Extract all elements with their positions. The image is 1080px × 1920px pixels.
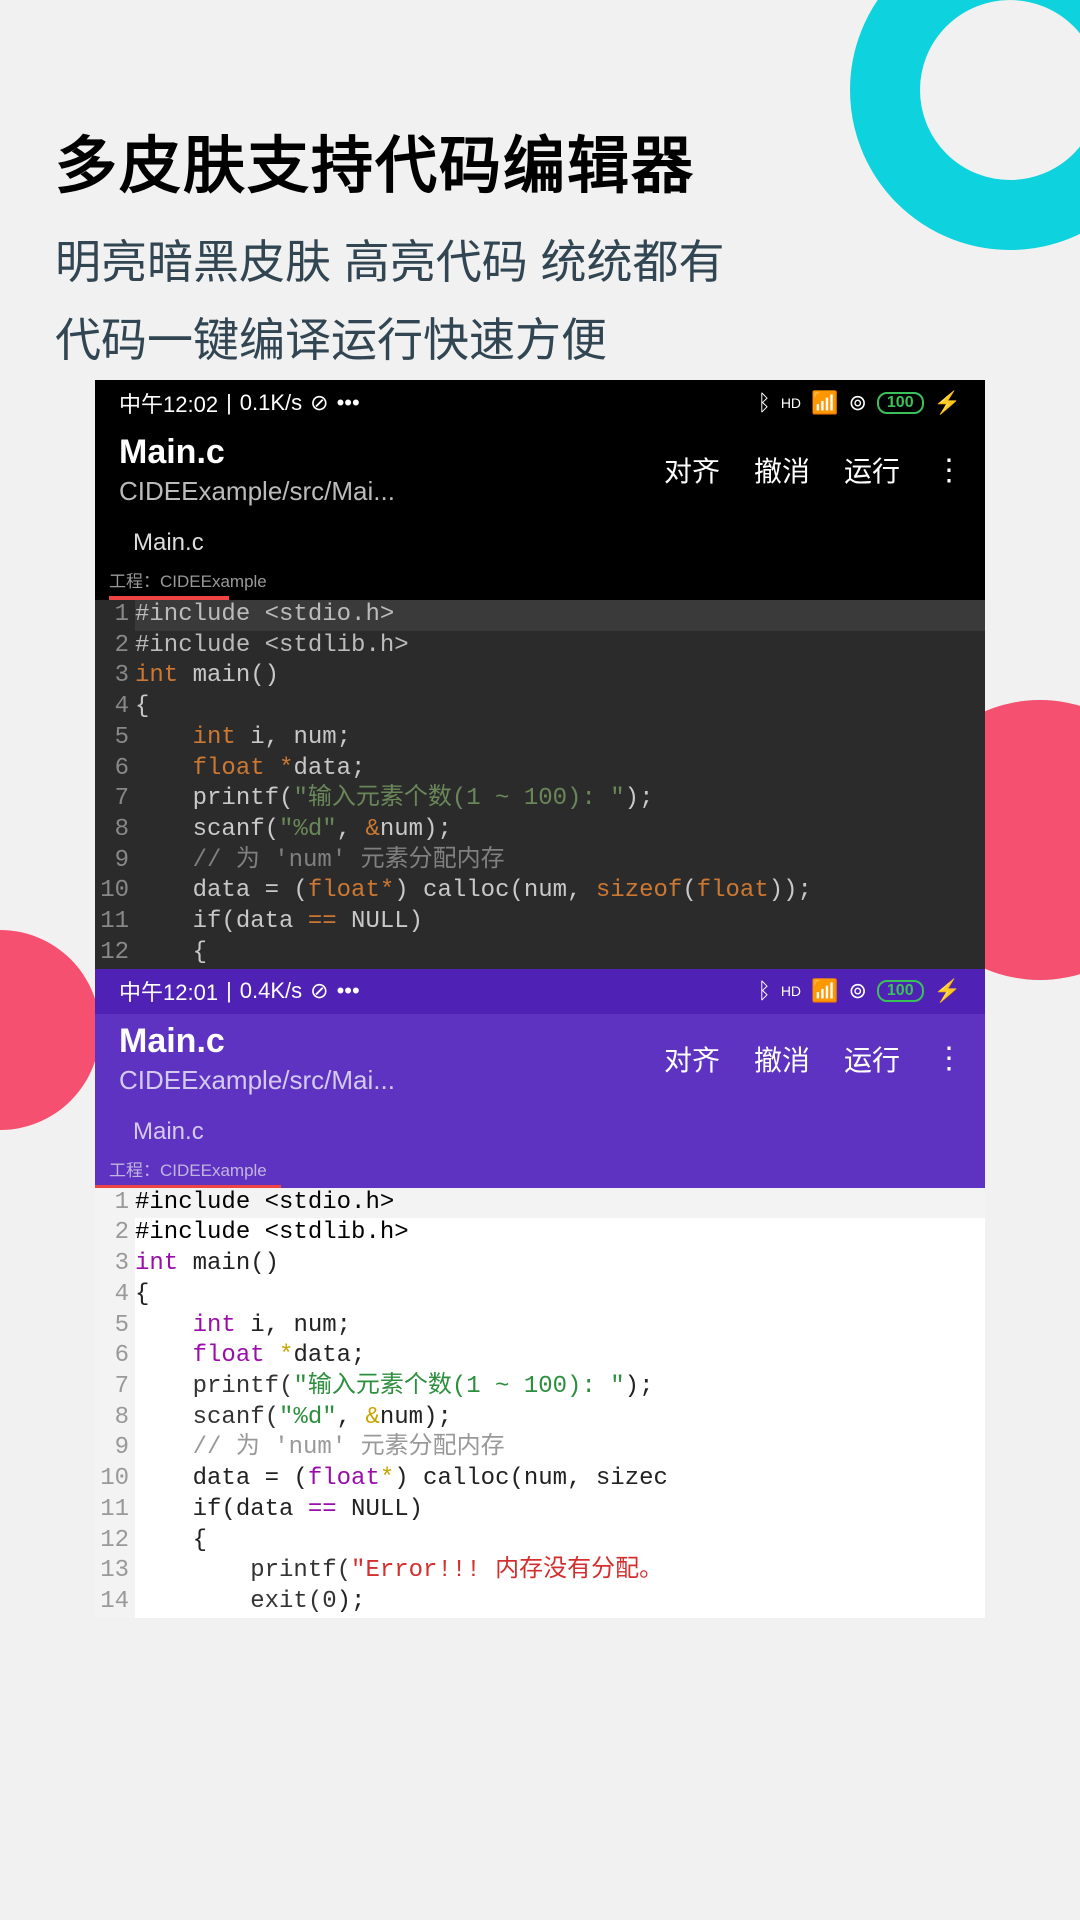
hd-icon: HD [781,983,801,999]
battery-icon: 100 [877,980,924,1002]
file-path: CIDEExample/src/Mai... [119,476,664,507]
tab-main-c[interactable]: Main.c [119,521,218,563]
signal-icon: 📶 [811,390,838,416]
signal-icon: 📶 [811,978,838,1004]
no-disturb-icon: ⊘ [310,390,328,416]
project-label: 工程：CIDEExample [95,563,985,596]
bluetooth-icon: ᛒ [758,978,771,1004]
align-button[interactable]: 对齐 [664,1039,720,1079]
light-theme-screenshot: 中午12:01 | 0.4K/s ⊘ ••• ᛒ HD 📶 ⊚ 100 ⚡ Ma… [95,969,985,1618]
code-editor[interactable]: 1#include <stdio.h> 2#include <stdlib.h>… [95,600,985,969]
promo-subtitle-2: 代码一键编译运行快速方便 [55,301,725,379]
tab-main-c[interactable]: Main.c [119,1110,218,1152]
project-label: 工程：CIDEExample [95,1152,281,1188]
code-editor[interactable]: 1#include <stdio.h> 2#include <stdlib.h>… [95,1188,985,1618]
no-disturb-icon: ⊘ [310,978,328,1004]
charging-icon: ⚡ [934,390,961,416]
status-bar: 中午12:02 | 0.1K/s ⊘ ••• ᛒ HD 📶 ⊚ 100 ⚡ [95,380,985,425]
promo-title: 多皮肤支持代码编辑器 [55,115,725,205]
status-net-speed: 0.1K/s [240,390,302,416]
run-button[interactable]: 运行 [844,1039,900,1079]
status-net-speed: 0.4K/s [240,978,302,1004]
undo-button[interactable]: 撤消 [754,1039,810,1079]
dark-theme-screenshot: 中午12:02 | 0.1K/s ⊘ ••• ᛒ HD 📶 ⊚ 100 ⚡ Ma… [95,380,985,969]
status-time: 中午12:01 [119,975,218,1007]
file-path: CIDEExample/src/Mai... [119,1065,664,1096]
file-title: Main.c [119,1022,664,1061]
decorative-pink-circle-left [0,930,100,1130]
battery-icon: 100 [877,392,924,414]
hd-icon: HD [781,395,801,411]
tab-bar: Main.c [95,1110,985,1152]
app-toolbar: Main.c CIDEExample/src/Mai... 对齐 撤消 运行 ⋮ [95,425,985,521]
promo-subtitle-1: 明亮暗黑皮肤 高亮代码 统统都有 [55,223,725,301]
more-dots-icon: ••• [337,390,360,416]
more-dots-icon: ••• [337,978,360,1004]
run-button[interactable]: 运行 [844,450,900,490]
overflow-menu-icon[interactable]: ⋮ [934,1041,961,1076]
status-bar: 中午12:01 | 0.4K/s ⊘ ••• ᛒ HD 📶 ⊚ 100 ⚡ [95,969,985,1014]
wifi-icon: ⊚ [848,978,866,1004]
charging-icon: ⚡ [934,978,961,1004]
app-toolbar: Main.c CIDEExample/src/Mai... 对齐 撤消 运行 ⋮ [95,1014,985,1110]
undo-button[interactable]: 撤消 [754,450,810,490]
status-time: 中午12:02 [119,387,218,419]
promo-header: 多皮肤支持代码编辑器 明亮暗黑皮肤 高亮代码 统统都有 代码一键编译运行快速方便 [55,115,725,379]
wifi-icon: ⊚ [848,390,866,416]
bluetooth-icon: ᛒ [758,390,771,416]
decorative-cyan-ring [850,0,1080,250]
file-title: Main.c [119,433,664,472]
align-button[interactable]: 对齐 [664,450,720,490]
tab-bar: Main.c [95,521,985,563]
overflow-menu-icon[interactable]: ⋮ [934,453,961,488]
